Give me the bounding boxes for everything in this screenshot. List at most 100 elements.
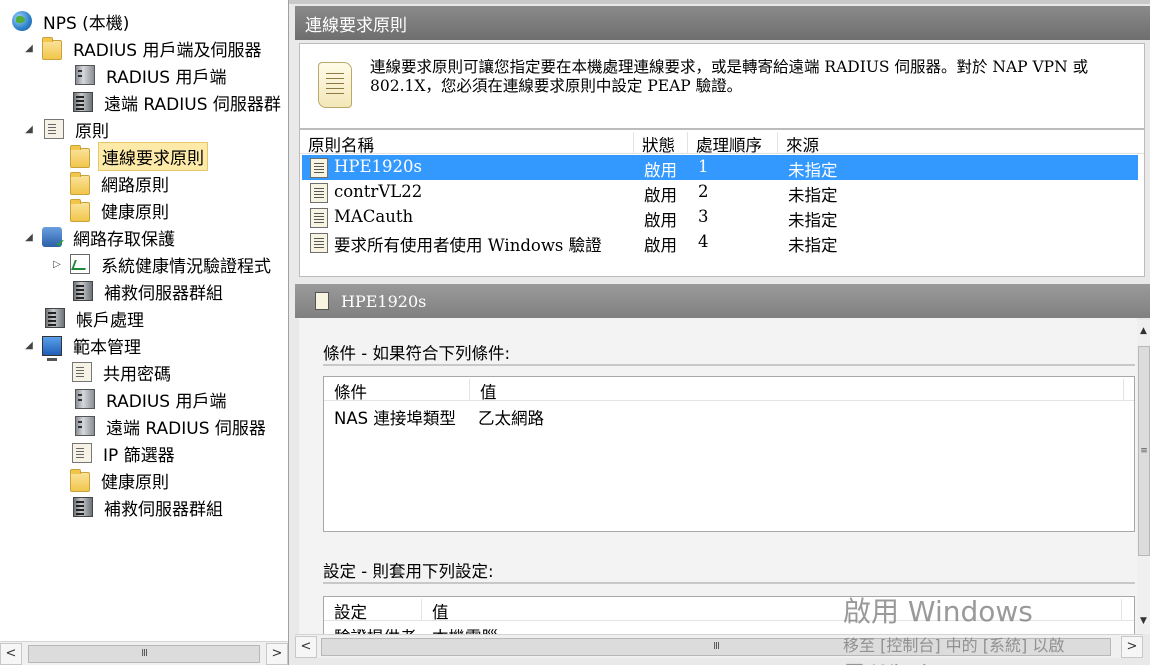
- policy-status: 啟用: [644, 186, 677, 205]
- tree-item-remediation-groups[interactable]: 補救伺服器群組: [50, 279, 226, 304]
- tree-item-tpl-remote-radius[interactable]: 遠端 RADIUS 伺服器: [50, 414, 269, 439]
- tree-item-shv[interactable]: ▷ 系統健康情況驗證程式: [50, 252, 274, 277]
- tree-item-policies[interactable]: ◢ 原則: [22, 117, 112, 142]
- detail-horizontal-scrollbar[interactable]: < III >: [295, 634, 1143, 658]
- tree-item-label: RADIUS 用戶端: [106, 67, 227, 88]
- settings-title: 設定 - 則套用下列設定:: [323, 562, 494, 581]
- tree-item-label: 帳戶處理: [76, 310, 144, 331]
- detail-title: HPE1920s: [341, 291, 427, 311]
- tree-item-nps-root[interactable]: NPS (本機): [12, 9, 132, 34]
- folder-icon: [70, 172, 90, 195]
- policy-status: 啟用: [644, 161, 677, 180]
- setting-row[interactable]: 驗證提供者 本機電腦: [324, 622, 1134, 634]
- console-tree: NPS (本機) ◢ RADIUS 用戶端及伺服器 RADIUS 用戶端 遠端 RADI…: [0, 0, 289, 665]
- settings-list[interactable]: 設定 值 驗證提供者 本機電腦: [323, 596, 1135, 634]
- tree-item-health-policies[interactable]: 健康原則: [50, 198, 172, 223]
- policy-order: 4: [698, 232, 709, 251]
- conditions-list[interactable]: 條件 值 NAS 連接埠類型 乙太網路: [323, 376, 1135, 532]
- detail-vertical-scrollbar[interactable]: ▲ ≡ ▼: [1137, 320, 1150, 634]
- policy-name: 要求所有使用者使用 Windows 驗證: [334, 236, 602, 255]
- policy-row[interactable]: contrVL22 啟用 2 未指定: [302, 180, 1138, 205]
- column-header-setting[interactable]: 設定: [324, 599, 422, 622]
- doc-icon: [72, 362, 92, 382]
- tree-item-label: RADIUS 用戶端: [106, 391, 227, 412]
- folder-icon: [70, 199, 90, 222]
- tree-item-remote-radius-groups[interactable]: 遠端 RADIUS 伺服器群: [50, 90, 284, 115]
- tree-item-shared-secrets[interactable]: 共用密碼: [50, 360, 174, 385]
- tree-item-label: NPS (本機): [43, 13, 130, 34]
- tree-item-connection-request-policies[interactable]: 連線要求原則: [50, 141, 208, 171]
- folder-open-icon: [70, 145, 90, 168]
- policy-doc-icon: [44, 119, 64, 139]
- server-group-icon: [73, 497, 93, 517]
- tree-item-nap[interactable]: ◢ 網路存取保護: [22, 225, 178, 250]
- policy-source: 未指定: [788, 161, 838, 180]
- condition-row[interactable]: NAS 連接埠類型 乙太網路: [324, 403, 1134, 428]
- scroll-down-arrow-icon[interactable]: ▼: [1137, 612, 1150, 630]
- column-header-status[interactable]: 狀態: [634, 132, 688, 155]
- setting-value: 本機電腦: [432, 624, 498, 634]
- tree-item-label: RADIUS 用戶端及伺服器: [73, 40, 262, 61]
- expand-arrow-icon[interactable]: ◢: [22, 124, 36, 135]
- column-header-source[interactable]: 來源: [778, 132, 1140, 155]
- column-header-value[interactable]: 值: [470, 379, 1124, 402]
- policy-list[interactable]: 原則名稱 狀態 處理順序 來源 HPE1920s 啟用 1 未指定 contrVL22 啟…: [299, 129, 1145, 277]
- policy-row[interactable]: 要求所有使用者使用 Windows 驗證 啟用 4 未指定: [302, 230, 1138, 255]
- policy-doc-icon: [315, 292, 329, 310]
- page-title-bar: 連線要求原則: [295, 6, 1150, 40]
- tree-item-label: 網路存取保護: [73, 229, 175, 250]
- expand-arrow-icon[interactable]: ◢: [22, 232, 36, 243]
- setting-name: 驗證提供者: [334, 624, 417, 634]
- expand-arrow-icon[interactable]: ◢: [22, 340, 36, 351]
- detail-title-bar: HPE1920s: [295, 284, 1150, 318]
- settings-header: 設定 值: [324, 597, 1134, 622]
- description-text: 連線要求原則可讓您指定要在本機處理連線要求，或是轉寄給遠端 RADIUS 伺服器…: [370, 58, 1089, 95]
- tree-item-tpl-health-policies[interactable]: 健康原則: [50, 468, 172, 493]
- policy-name: HPE1920s: [334, 157, 422, 176]
- policy-name: MACauth: [334, 207, 414, 226]
- scroll-track[interactable]: III: [317, 636, 1121, 658]
- server-icon: [75, 65, 95, 85]
- column-header-condition[interactable]: 條件: [324, 379, 470, 402]
- tree-item-tpl-remediation-groups[interactable]: 補救伺服器群組: [50, 495, 226, 520]
- tree-item-tpl-radius-clients[interactable]: RADIUS 用戶端: [50, 387, 230, 412]
- column-header-setting-value[interactable]: 值: [422, 599, 1122, 622]
- tree-horizontal-scrollbar[interactable]: < III >: [0, 641, 288, 665]
- scroll-thumb[interactable]: III: [321, 637, 1111, 656]
- policy-scroll-icon: [318, 62, 352, 108]
- tree-item-label: 連線要求原則: [98, 141, 208, 171]
- scroll-right-arrow-icon[interactable]: >: [1121, 635, 1143, 658]
- tree-item-accounting[interactable]: 帳戶處理: [22, 306, 147, 331]
- conditions-header: 條件 值: [324, 377, 1134, 402]
- scroll-left-arrow-icon[interactable]: <: [0, 642, 22, 665]
- policy-source: 未指定: [788, 186, 838, 205]
- chart-icon: [70, 254, 90, 274]
- tree-item-network-policies[interactable]: 網路原則: [50, 171, 172, 196]
- column-header-policy-name[interactable]: 原則名稱: [300, 132, 634, 155]
- policy-order: 1: [698, 157, 709, 176]
- scroll-thumb[interactable]: III: [28, 644, 260, 663]
- expand-arrow-icon[interactable]: ▷: [50, 259, 64, 270]
- server-icon: [75, 416, 95, 436]
- vscroll-thumb[interactable]: ≡: [1138, 346, 1150, 556]
- settings-separator: [323, 582, 1135, 584]
- scroll-track[interactable]: III: [22, 643, 266, 665]
- condition-name: NAS 連接埠類型: [334, 409, 456, 428]
- policy-doc-icon: [310, 158, 328, 178]
- folder-icon: [42, 37, 62, 60]
- tree-item-template-mgmt[interactable]: ◢ 範本管理: [22, 333, 144, 361]
- doc-icon: [72, 443, 92, 463]
- tree-item-radius-clients[interactable]: RADIUS 用戶端: [50, 63, 230, 88]
- tree-item-ip-filters[interactable]: IP 篩選器: [50, 441, 178, 466]
- column-header-order[interactable]: 處理順序: [688, 132, 778, 155]
- expand-arrow-icon[interactable]: ◢: [22, 43, 36, 54]
- scroll-right-arrow-icon[interactable]: >: [266, 642, 288, 665]
- policy-doc-icon: [310, 233, 328, 253]
- policy-row[interactable]: HPE1920s 啟用 1 未指定: [302, 155, 1138, 180]
- top-strip: [289, 0, 1150, 4]
- tree-item-label: 原則: [75, 121, 109, 142]
- policy-row[interactable]: MACauth 啟用 3 未指定: [302, 205, 1138, 230]
- scroll-left-arrow-icon[interactable]: <: [295, 635, 317, 658]
- tree-item-radius-clients-servers[interactable]: ◢ RADIUS 用戶端及伺服器: [22, 36, 265, 61]
- scroll-up-arrow-icon[interactable]: ▲: [1137, 322, 1150, 340]
